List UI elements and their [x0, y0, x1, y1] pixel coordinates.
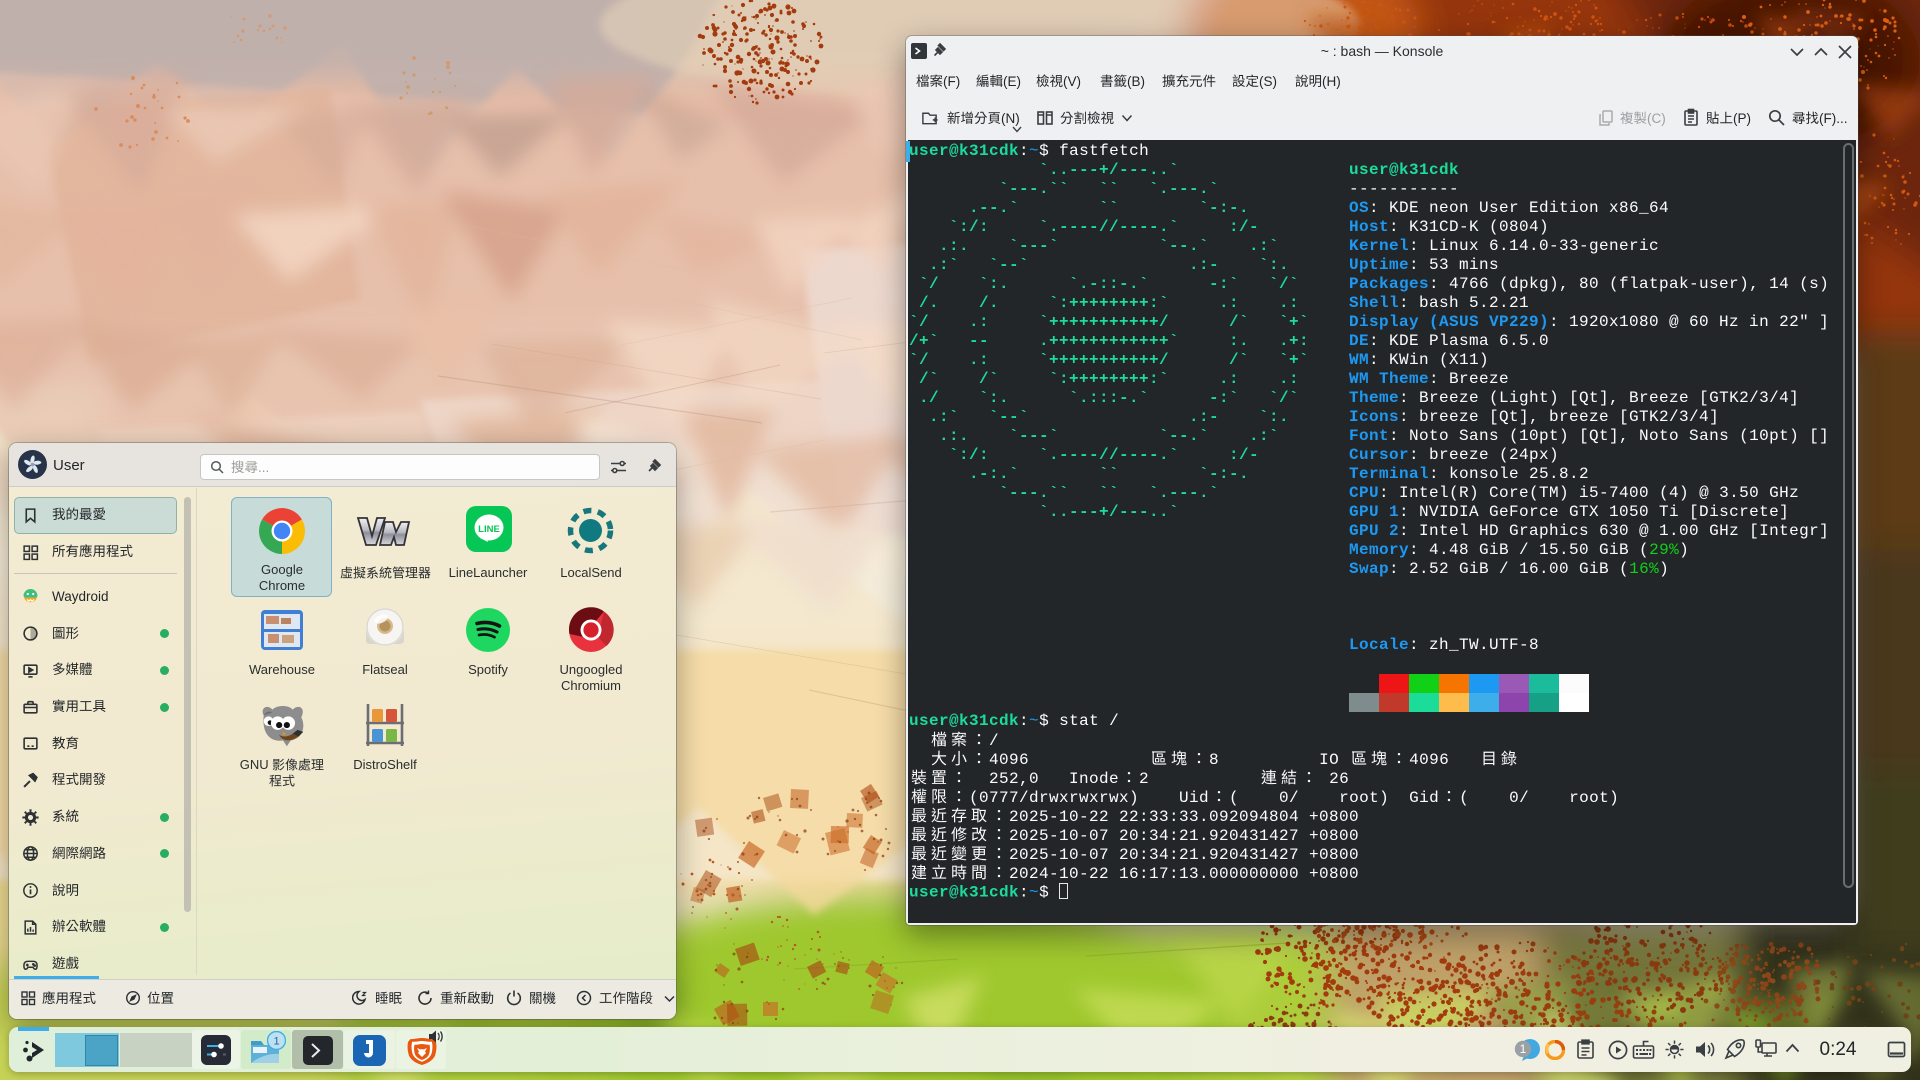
svg-text:1: 1: [273, 1036, 279, 1048]
svg-text:1: 1: [1520, 1042, 1527, 1056]
svg-text:LINE: LINE: [478, 524, 500, 535]
